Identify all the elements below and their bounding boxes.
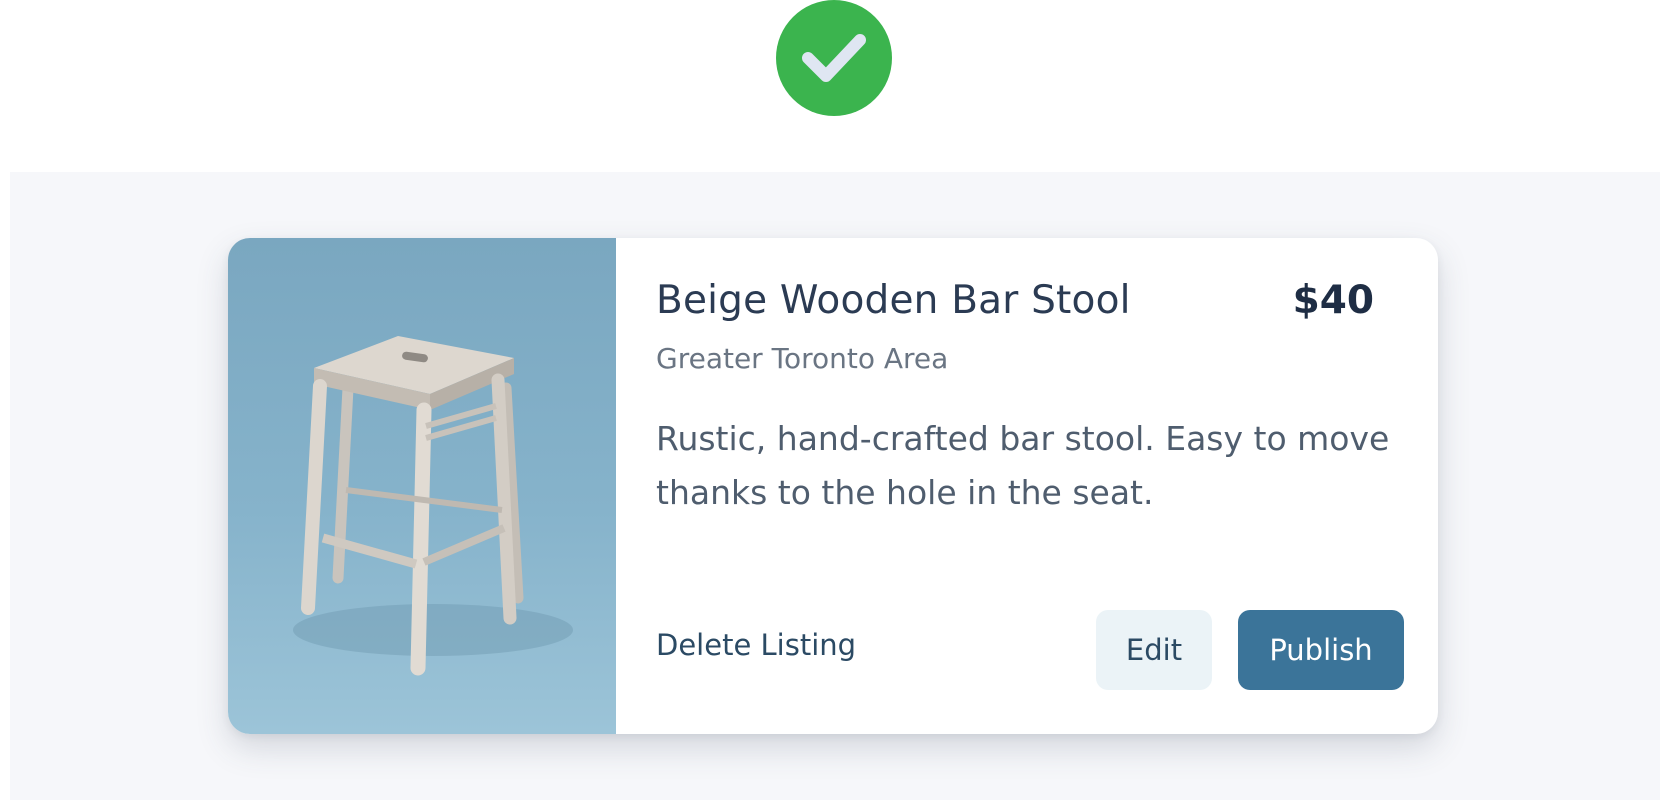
delete-listing-button[interactable]: Delete Listing bbox=[656, 628, 856, 662]
bar-stool-illustration bbox=[293, 336, 573, 676]
success-check-icon bbox=[776, 0, 892, 116]
listing-card: Beige Wooden Bar Stool $40 Greater Toron… bbox=[228, 238, 1438, 734]
listing-price: $40 bbox=[1292, 278, 1374, 323]
listing-location: Greater Toronto Area bbox=[656, 342, 949, 375]
publish-button[interactable]: Publish bbox=[1238, 610, 1404, 690]
listing-title: Beige Wooden Bar Stool bbox=[656, 278, 1131, 323]
listing-preview-area: Beige Wooden Bar Stool $40 Greater Toron… bbox=[10, 172, 1660, 800]
listing-photo bbox=[228, 238, 616, 734]
listing-description: Rustic, hand-crafted bar stool. Easy to … bbox=[656, 419, 1390, 512]
checkmark-icon bbox=[802, 34, 866, 82]
listing-details: Beige Wooden Bar Stool $40 Greater Toron… bbox=[616, 238, 1438, 734]
edit-button[interactable]: Edit bbox=[1096, 610, 1212, 690]
